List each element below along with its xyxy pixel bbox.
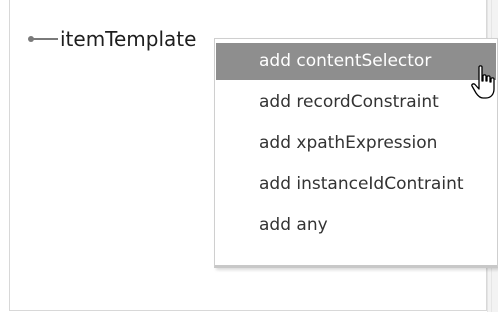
menu-item-add-contentselector[interactable]: add contentSelector — [216, 43, 496, 80]
menu-item-add-xpathexpression[interactable]: add xpathExpression — [216, 125, 496, 162]
menu-item-add-recordconstraint[interactable]: add recordConstraint — [216, 84, 496, 121]
menu-item-add-instanceidcontraint[interactable]: add instanceIdContraint — [216, 166, 496, 203]
menu-item-add-any[interactable]: add any — [216, 207, 496, 244]
context-menu: add contentSelector add recordConstraint… — [214, 38, 498, 268]
tree-node-label[interactable]: itemTemplate — [60, 27, 196, 51]
tree-connector-icon — [28, 32, 58, 46]
tree-node-itemtemplate[interactable]: itemTemplate — [28, 27, 196, 51]
hand-pointer-icon — [471, 65, 495, 99]
